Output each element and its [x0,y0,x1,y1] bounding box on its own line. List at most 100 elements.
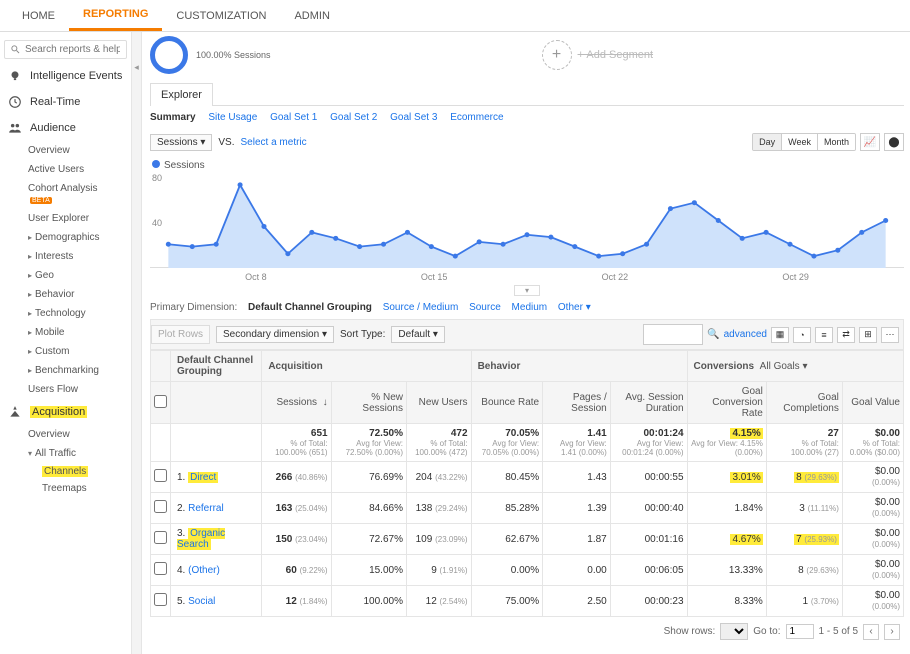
audience-custom[interactable]: Custom [0,342,131,361]
sidebar-label: Real-Time [30,96,80,108]
col-gv[interactable]: Goal Value [842,382,903,424]
dim-source[interactable]: Source [469,302,501,313]
col-bounce[interactable]: Bounce Rate [471,382,543,424]
audience-users-flow[interactable]: Users Flow [0,380,131,399]
subtab-goal-set-3[interactable]: Goal Set 3 [390,112,437,123]
dimension-row: Primary Dimension: Default Channel Group… [150,296,904,319]
tab-home[interactable]: HOME [8,2,69,30]
sidebar-item-intelligence[interactable]: Intelligence Events [0,63,131,89]
plus-circle-icon: + [542,40,572,70]
period-day[interactable]: Day [753,134,782,150]
subtab-ecommerce[interactable]: Ecommerce [450,112,503,123]
subtab-goal-set-2[interactable]: Goal Set 2 [330,112,377,123]
col-gc[interactable]: Goal Completions [766,382,842,424]
subtab-site-usage[interactable]: Site Usage [208,112,257,123]
subtab-summary[interactable]: Summary [150,112,196,123]
top-nav: HOME REPORTING CUSTOMIZATION ADMIN [0,0,910,32]
add-segment[interactable]: + + Add Segment [542,40,654,70]
channel-link[interactable]: (Other) [188,565,220,576]
content: 100.00% Sessions + + Add Segment Explore… [142,32,910,654]
channel-link[interactable]: Social [188,596,215,607]
row-select[interactable] [154,562,167,575]
audience-active-users[interactable]: Active Users [0,160,131,179]
col-new-users[interactable]: New Users [406,382,471,424]
row-select[interactable] [154,531,167,544]
metric-select[interactable]: Sessions ▾ [150,134,212,151]
view-percent-icon[interactable]: ◔ [793,327,811,343]
search-input[interactable] [25,44,120,55]
tab-reporting[interactable]: REPORTING [69,0,162,31]
table-row: 5. Social12 (1.84%)100.00%12 (2.54%)75.0… [151,586,904,617]
all-goals-select[interactable]: All Goals ▾ [760,361,808,372]
channel-link[interactable]: Direct [188,472,218,483]
view-performance-icon[interactable]: ≡ [815,327,833,343]
audience-demographics[interactable]: Demographics [0,228,131,247]
col-new-sessions[interactable]: % New Sessions [331,382,406,424]
audience-cohort[interactable]: Cohort Analysis BETA [0,179,131,209]
sidebar-item-acquisition[interactable]: Acquisition [0,399,131,425]
table-row: 4. (Other)60 (9.22%)15.00%9 (1.91%)0.00%… [151,555,904,586]
goto-input[interactable] [786,624,814,639]
acquisition-icon [8,405,22,419]
acq-treemaps[interactable]: Treemaps [0,480,131,497]
sidebar-item-realtime[interactable]: Real-Time [0,89,131,115]
period-week[interactable]: Week [782,134,818,150]
audience-interests[interactable]: Interests [0,247,131,266]
audience-mobile[interactable]: Mobile [0,323,131,342]
prev-page[interactable]: ‹ [863,624,879,640]
table-search-input[interactable] [643,324,703,345]
channel-link[interactable]: Organic Search [177,528,225,550]
row-select[interactable] [154,593,167,606]
col-gcr[interactable]: Goal Conversion Rate [687,382,766,424]
col-pages[interactable]: Pages / Session [543,382,611,424]
search-icon[interactable]: 🔍 [707,329,719,340]
select-metric[interactable]: Select a metric [241,137,307,148]
audience-overview[interactable]: Overview [0,141,131,160]
channel-link[interactable]: Referral [188,503,224,514]
col-sessions[interactable]: Sessions ↓ [262,382,331,424]
select-all[interactable] [154,395,167,408]
acq-all-traffic[interactable]: All Traffic [0,444,131,463]
audience-benchmarking[interactable]: Benchmarking [0,361,131,380]
dim-other[interactable]: Other ▾ [558,302,591,313]
next-page[interactable]: › [884,624,900,640]
explorer-tab[interactable]: Explorer [150,83,213,106]
rows-select[interactable]: 10 [720,623,748,640]
dim-source-medium[interactable]: Source / Medium [383,302,459,313]
sidebar-item-audience[interactable]: Audience [0,115,131,141]
chart-svg [150,173,904,268]
subtab-goal-set-1[interactable]: Goal Set 1 [270,112,317,123]
search-box[interactable] [4,40,127,59]
chart-type-motion-icon[interactable]: ⬤ [884,133,904,151]
view-pivot-icon[interactable]: ⊞ [859,327,877,343]
chart-expand[interactable]: ▾ [514,285,540,296]
grp-acquisition: Acquisition [262,351,471,382]
audience-user-explorer[interactable]: User Explorer [0,209,131,228]
period-month[interactable]: Month [818,134,855,150]
period-group: Day Week Month [752,133,856,151]
chart-type-line-icon[interactable]: 📈 [860,133,880,151]
sort-type[interactable]: Default ▾ [391,326,445,343]
tab-admin[interactable]: ADMIN [280,2,343,30]
table-row: 3. Organic Search150 (23.04%)72.67%109 (… [151,524,904,555]
audience-geo[interactable]: Geo [0,266,131,285]
acq-channels[interactable]: Channels [0,463,131,480]
dim-medium[interactable]: Medium [512,302,548,313]
chart-legend: Sessions [150,155,904,173]
secondary-dimension[interactable]: Secondary dimension ▾ [216,326,334,343]
row-select[interactable] [154,469,167,482]
view-table-icon[interactable]: ▦ [771,327,789,343]
view-comparison-icon[interactable]: ⇄ [837,327,855,343]
audience-technology[interactable]: Technology [0,304,131,323]
beta-badge: BETA [30,197,52,204]
collapse-sidebar[interactable]: ◂ [132,32,142,654]
acq-overview[interactable]: Overview [0,425,131,444]
view-cloud-icon[interactable]: ⋯ [881,327,899,343]
tab-customization[interactable]: CUSTOMIZATION [162,2,280,30]
row-select[interactable] [154,500,167,513]
grp-conversions: Conversions All Goals ▾ [687,351,903,382]
col-duration[interactable]: Avg. Session Duration [610,382,687,424]
advanced-link[interactable]: advanced [724,329,767,340]
dim-default-channel[interactable]: Default Channel Grouping [248,302,372,313]
audience-behavior[interactable]: Behavior [0,285,131,304]
